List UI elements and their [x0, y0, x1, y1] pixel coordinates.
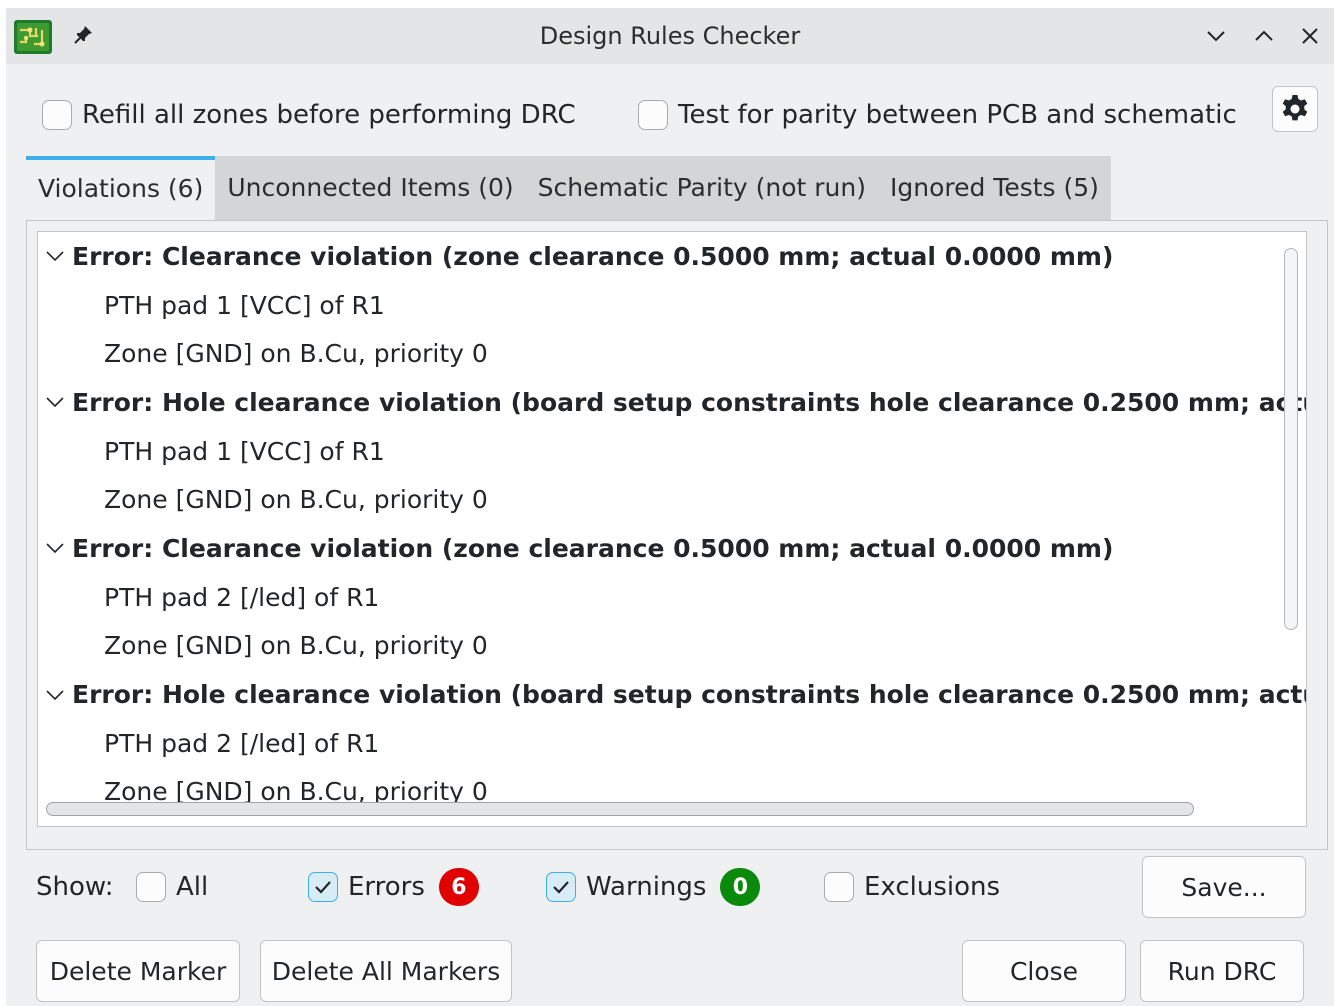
- test-parity-label: Test for parity between PCB and schemati…: [678, 100, 1237, 130]
- settings-button[interactable]: [1272, 86, 1318, 132]
- drc-dialog: Design Rules Checker Refill all zones be…: [6, 8, 1334, 1006]
- refill-zones-option[interactable]: Refill all zones before performing DRC: [42, 100, 576, 130]
- violation-row[interactable]: Error: Hole clearance violation (board s…: [38, 670, 1306, 719]
- violations-tree[interactable]: Error: Clearance violation (zone clearan…: [37, 231, 1307, 827]
- exclusions-label: Exclusions: [864, 872, 1001, 902]
- errors-checkbox[interactable]: [308, 872, 338, 902]
- gear-icon: [1282, 95, 1308, 121]
- filter-all[interactable]: All: [136, 872, 208, 902]
- horizontal-scrollbar[interactable]: [46, 802, 1194, 816]
- violations-panel: Error: Clearance violation (zone clearan…: [26, 220, 1328, 850]
- chevron-down-icon[interactable]: [44, 537, 66, 559]
- warnings-label: Warnings: [586, 872, 707, 902]
- chevron-down-icon: [1207, 31, 1225, 42]
- run-drc-button[interactable]: Run DRC: [1140, 940, 1304, 1002]
- refill-zones-label: Refill all zones before performing DRC: [82, 100, 576, 130]
- refill-zones-checkbox[interactable]: [42, 100, 72, 130]
- delete-marker-button[interactable]: Delete Marker: [36, 940, 240, 1002]
- violation-title: Error: Clearance violation (zone clearan…: [72, 533, 1114, 563]
- tab-schematic-parity[interactable]: Schematic Parity (not run): [525, 156, 878, 220]
- exclusions-checkbox[interactable]: [824, 872, 854, 902]
- violation-row[interactable]: Error: Hole clearance violation (board s…: [38, 378, 1306, 427]
- tab-ignored-tests[interactable]: Ignored Tests (5): [878, 156, 1111, 220]
- errors-label: Errors: [348, 872, 425, 902]
- errors-count-badge: 6: [438, 868, 479, 906]
- test-parity-option[interactable]: Test for parity between PCB and schemati…: [638, 100, 1237, 130]
- violation-title: Error: Hole clearance violation (board s…: [72, 387, 1306, 417]
- violation-item[interactable]: PTH pad 1 [VCC] of R1: [38, 281, 1306, 330]
- filter-errors[interactable]: Errors 6: [308, 868, 479, 906]
- violation-item[interactable]: Zone [GND] on B.Cu, priority 0: [38, 622, 1306, 671]
- tab-unconnected-items[interactable]: Unconnected Items (0): [215, 156, 526, 220]
- close-button[interactable]: Close: [962, 940, 1126, 1002]
- filter-exclusions[interactable]: Exclusions: [824, 872, 1000, 902]
- violations-list: Error: Clearance violation (zone clearan…: [38, 232, 1306, 816]
- chevron-down-icon[interactable]: [44, 245, 66, 267]
- delete-all-markers-button[interactable]: Delete All Markers: [260, 940, 512, 1002]
- violation-item[interactable]: PTH pad 1 [VCC] of R1: [38, 427, 1306, 476]
- vertical-scrollbar[interactable]: [1284, 248, 1298, 630]
- maximize-button[interactable]: [1250, 22, 1278, 50]
- test-parity-checkbox[interactable]: [638, 100, 668, 130]
- all-label: All: [176, 872, 209, 902]
- warnings-checkbox[interactable]: [546, 872, 576, 902]
- checkmark-icon: [553, 881, 569, 894]
- tab-violations[interactable]: Violations (6): [26, 156, 216, 220]
- violation-item[interactable]: Zone [GND] on B.Cu, priority 0: [38, 475, 1306, 524]
- save-button[interactable]: Save...: [1142, 856, 1306, 918]
- violation-row[interactable]: Error: Clearance violation (zone clearan…: [38, 524, 1306, 573]
- checkmark-icon: [315, 881, 331, 894]
- chevron-up-icon: [1255, 30, 1273, 41]
- chevron-down-icon[interactable]: [44, 391, 66, 413]
- all-checkbox[interactable]: [136, 872, 166, 902]
- violation-item[interactable]: PTH pad 2 [/led] of R1: [38, 719, 1306, 768]
- violation-title: Error: Hole clearance violation (board s…: [72, 680, 1306, 710]
- close-icon: [1302, 28, 1318, 44]
- violation-title: Error: Clearance violation (zone clearan…: [72, 241, 1114, 271]
- title-bar: Design Rules Checker: [6, 8, 1334, 64]
- window-title: Design Rules Checker: [539, 22, 801, 50]
- close-window-button[interactable]: [1296, 22, 1324, 50]
- warnings-count-badge: 0: [720, 868, 761, 906]
- violation-item[interactable]: PTH pad 2 [/led] of R1: [38, 573, 1306, 622]
- filter-warnings[interactable]: Warnings 0: [546, 868, 761, 906]
- violation-row[interactable]: Error: Clearance violation (zone clearan…: [38, 232, 1306, 281]
- minimize-button[interactable]: [1202, 22, 1230, 50]
- violation-item[interactable]: Zone [GND] on B.Cu, priority 0: [38, 329, 1306, 378]
- show-label: Show:: [36, 872, 114, 902]
- chevron-down-icon[interactable]: [44, 684, 66, 706]
- tab-bar: Violations (6) Unconnected Items (0) Sch…: [26, 156, 1111, 220]
